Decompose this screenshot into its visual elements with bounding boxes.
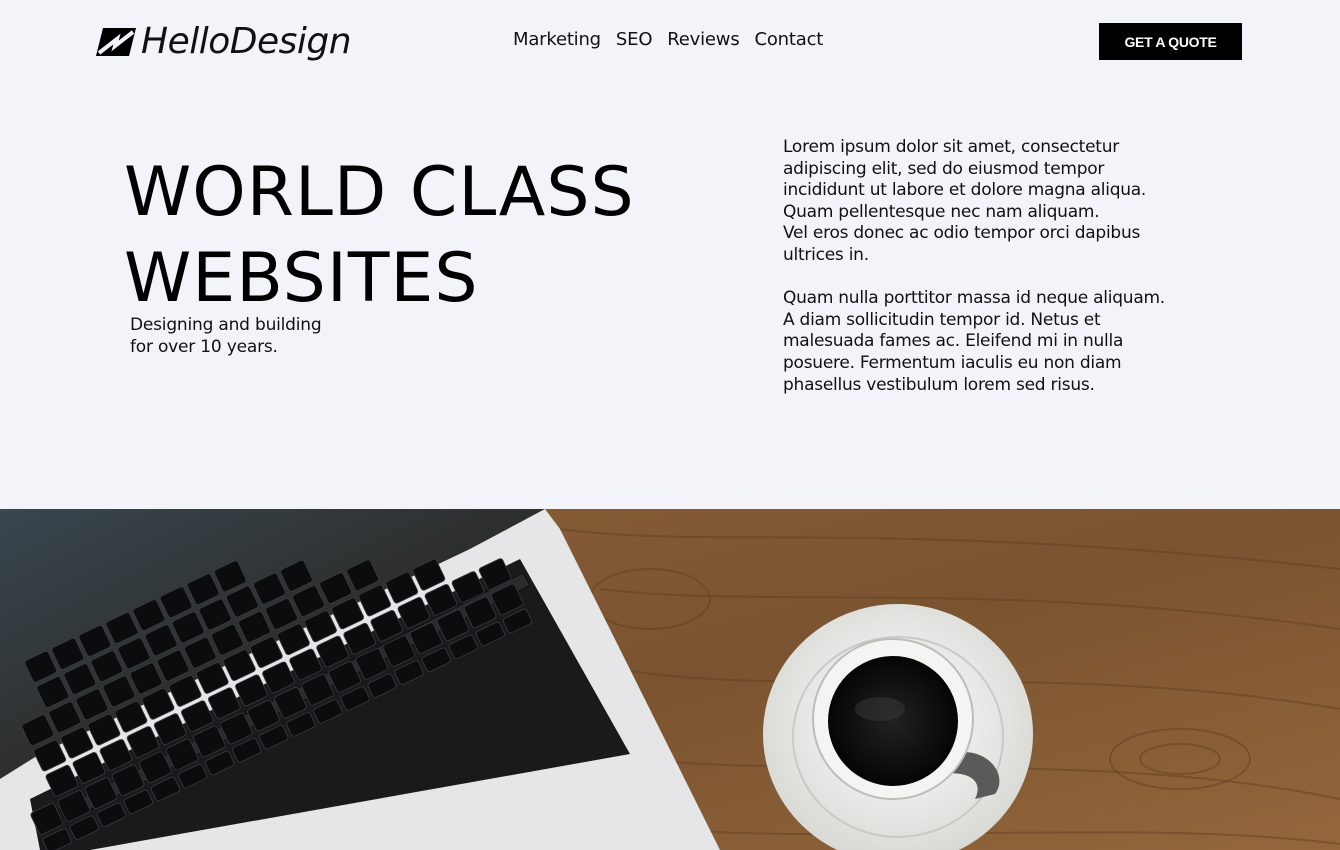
intro-line: Quam pellentesque nec nam aliquam.	[783, 201, 1100, 222]
intro-text: Lorem ipsum dolor sit amet, consectetur …	[783, 137, 1223, 418]
logo-text: HelloDesign	[141, 21, 352, 62]
intro-line: malesuada fames ac. Eleifend mi in nulla	[783, 331, 1124, 352]
intro-line: posuere. Fermentum iaculis eu non diam	[783, 352, 1122, 373]
get-a-quote-button[interactable]: GET A QUOTE	[1099, 23, 1242, 60]
intro-line: ultrices in.	[783, 244, 869, 265]
hero-subtitle: Designing and building for over 10 years…	[130, 314, 322, 358]
hero-image: /* placeholder */	[0, 509, 1340, 850]
intro-line: A diam sollicitudin tempor id. Netus et	[783, 309, 1101, 330]
intro-line: Lorem ipsum dolor sit amet, consectetur	[783, 137, 1119, 157]
intro-line: incididunt ut labore et dolore magna ali…	[783, 180, 1147, 201]
main-nav: Marketing SEO Reviews Contact	[513, 28, 823, 52]
nav-link-seo[interactable]: SEO	[616, 28, 653, 52]
desk-photo: /* placeholder */	[0, 509, 1340, 850]
intro-paragraph-2: Quam nulla porttitor massa id neque aliq…	[783, 288, 1223, 396]
nav-link-marketing[interactable]: Marketing	[513, 28, 601, 52]
subtitle-line-2: for over 10 years.	[130, 337, 278, 357]
headline-line-2: WEBSITES	[124, 239, 479, 318]
hero-headline: WORLD CLASS WEBSITES	[124, 150, 635, 322]
intro-paragraph-1: Lorem ipsum dolor sit amet, consectetur …	[783, 137, 1223, 267]
intro-line: adipiscing elit, sed do eiusmod tempor	[783, 158, 1105, 179]
nav-link-contact[interactable]: Contact	[755, 28, 824, 52]
coffee	[828, 656, 958, 786]
intro-line: Quam nulla porttitor massa id neque aliq…	[783, 288, 1165, 309]
intro-line: Vel eros donec ac odio tempor orci dapib…	[783, 223, 1141, 244]
subtitle-line-1: Designing and building	[130, 315, 322, 335]
logo[interactable]: HelloDesign	[95, 21, 352, 62]
intro-line: phasellus vestibulum lorem sed risus.	[783, 374, 1095, 395]
headline-line-1: WORLD CLASS	[124, 153, 635, 232]
nav-link-reviews[interactable]: Reviews	[667, 28, 739, 52]
logo-mark-icon	[96, 28, 136, 56]
